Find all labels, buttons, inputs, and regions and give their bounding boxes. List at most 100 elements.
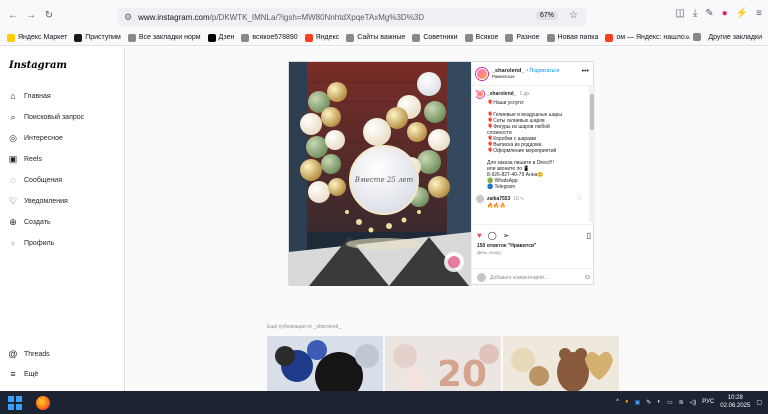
bookmark-item[interactable]: Советники <box>412 33 458 42</box>
sidebar-item-label: Интересное <box>24 134 63 142</box>
bookmark-item[interactable]: Приступим <box>74 33 121 42</box>
avatar[interactable] <box>476 67 488 80</box>
sidebar-item-4[interactable]: ▣ Reels <box>8 154 42 164</box>
post-photo[interactable]: Вместе 25 лет <box>289 62 471 286</box>
tray-battery-icon[interactable]: ▭ <box>667 399 673 406</box>
sidebar: Instagram ⌂ Главная ⌕ Поисковый запрос ◎ Инте… <box>0 47 125 391</box>
like-heart-icon[interactable]: ♥ <box>477 231 482 240</box>
sync-icon[interactable]: ⚡ <box>736 8 748 19</box>
tray-network-app-icon[interactable]: ▣ <box>635 399 641 406</box>
firefox-taskbar-icon[interactable] <box>36 395 50 410</box>
reload-icon[interactable]: ↻ <box>42 8 56 22</box>
caption-time: 1 дн. <box>519 91 531 97</box>
bookmark-item[interactable]: Сайты важные <box>346 33 406 42</box>
bookmark-item[interactable]: Новая папка <box>546 33 598 42</box>
chevron-more-icon[interactable]: » <box>685 34 689 41</box>
sidebar-item-1[interactable]: ⌂ Главная <box>8 91 50 101</box>
commenter-avatar[interactable] <box>476 195 484 203</box>
tray-paint-icon[interactable]: ✎ <box>646 399 651 406</box>
toolbar-icons: ◫ ⤓ ✎ ● ⚡ ≡ <box>675 8 762 19</box>
bookmark-icon <box>7 33 15 42</box>
bookmark-icon <box>74 33 83 42</box>
sidebar-item-3[interactable]: ◎ Интересное <box>8 133 63 143</box>
bookmark-label: Все закладки норм <box>138 34 201 41</box>
extensions-icon[interactable]: ✎ <box>705 8 713 19</box>
post-header: _sharolend_ • Подписаться Раменское ••• <box>472 62 595 86</box>
likes-count[interactable]: 150 отметок "Нравится" <box>472 240 596 249</box>
reels-icon: ▣ <box>8 153 18 164</box>
pocket-icon[interactable]: ◫ <box>675 8 684 19</box>
comment-input[interactable]: Добавьте комментарий... ☺ <box>472 268 596 286</box>
bookmark-label: Сайты важные <box>357 34 406 41</box>
bookmarks-bar: Яндекс Маркет Приступим Все закладки норм Д… <box>0 30 768 46</box>
caption-username[interactable]: _sharolend_ <box>487 91 516 97</box>
threads-icon: @ <box>8 349 18 359</box>
grid-post-3[interactable] <box>503 336 619 391</box>
bookmark-label: Разное <box>516 34 540 41</box>
bookmark-item[interactable]: Все закладки норм <box>127 33 201 42</box>
my-avatar <box>477 273 486 282</box>
share-icon[interactable]: ➢ <box>503 231 510 240</box>
app-menu-icon[interactable]: ≡ <box>756 8 762 19</box>
bookmark-item[interactable]: ом — Яндекс: нашло... <box>605 33 691 42</box>
sidebar-item-8[interactable]: ● Профиль <box>8 238 54 248</box>
notifications-icon[interactable]: ▢ <box>756 399 762 406</box>
bookmark-icon <box>505 33 514 42</box>
tray-sync-icon[interactable]: ◐ <box>657 399 661 405</box>
bookmark-item[interactable]: Дзен <box>207 33 234 42</box>
sidebar-item-label: Сообщения <box>24 176 62 184</box>
instagram-logo[interactable]: Instagram <box>9 60 67 71</box>
back-icon[interactable]: ← <box>6 8 20 22</box>
heart-icon: ♡ <box>8 195 18 206</box>
bookmark-item[interactable]: Яндекс Маркет <box>7 33 68 42</box>
comment-time: 10 ч. <box>513 196 525 202</box>
bookmark-label: ом — Яндекс: нашло... <box>616 34 691 41</box>
bookmark-item[interactable]: Разное <box>505 33 540 42</box>
emoji-icon[interactable]: ☺ <box>584 274 591 281</box>
more-options-icon[interactable]: ••• <box>582 68 589 75</box>
sidebar-item-5[interactable]: ◌ Сообщения <box>8 175 62 185</box>
bookmark-item[interactable]: Всякое <box>464 33 498 42</box>
tray-expand-icon[interactable]: ^ <box>616 399 619 405</box>
clock[interactable]: 10:28 02.06.2025 <box>720 394 750 410</box>
save-bookmark-icon[interactable]: ▯ <box>587 231 591 240</box>
download-icon[interactable]: ⤓ <box>693 8 697 19</box>
grid-post-2[interactable]: 20 <box>385 336 501 391</box>
comment-username[interactable]: zaika7553 <box>487 196 510 202</box>
tray-volume-icon[interactable]: ◁) <box>690 399 697 406</box>
windows-start-icon[interactable] <box>8 395 22 410</box>
caption-avatar[interactable] <box>476 90 484 98</box>
bookmark-icon <box>412 33 421 42</box>
language-indicator[interactable]: РУС <box>702 399 714 405</box>
sidebar-item-7[interactable]: ⊕ Создать <box>8 217 50 227</box>
main-content: Вместе 25 лет _sharolend_ • Подписаться … <box>126 47 768 391</box>
bookmark-item[interactable]: Яндекс <box>304 33 340 42</box>
sidebar-item-2[interactable]: ⌕ Поисковый запрос <box>8 112 84 122</box>
comment-icon[interactable]: ◯ <box>488 231 497 240</box>
scrollbar-thumb[interactable] <box>590 94 594 130</box>
sidebar-bottom-item-2[interactable]: ≡ Ещё <box>8 369 38 379</box>
sidebar-item-6[interactable]: ♡ Уведомления <box>8 196 68 206</box>
bookmark-label: Яндекс Маркет <box>18 34 68 41</box>
site-info-icon[interactable]: ⚙ <box>124 12 132 23</box>
zoom-level[interactable]: 67% <box>535 11 558 20</box>
sidebar-bottom-item-1[interactable]: @ Threads <box>8 349 49 359</box>
post-location[interactable]: Раменское <box>492 74 560 79</box>
clock-date: 02.06.2025 <box>720 403 751 409</box>
svg-text:20: 20 <box>437 354 487 391</box>
adblock-icon[interactable]: ● <box>722 8 728 19</box>
comment-text: 🔥🔥🔥 <box>487 203 506 209</box>
sidebar-item-label: Уведомления <box>24 197 68 205</box>
forward-icon[interactable]: → <box>24 8 38 22</box>
bookmark-label: Яндекс <box>315 34 340 41</box>
bookmark-star-icon[interactable]: ☆ <box>569 10 578 21</box>
post-side-panel: _sharolend_ • Подписаться Раменское ••• … <box>471 62 596 286</box>
grid-post-1[interactable] <box>267 336 383 391</box>
post-actions: ♥ ◯ ➢ ▯ 150 отметок "Нравится" День наза… <box>472 224 596 286</box>
comment-like-icon[interactable]: ♡ <box>577 196 582 202</box>
address-bar[interactable]: ⚙ www.instagram.com/p/DKWTK_IMNLa/?igsh=… <box>118 8 586 26</box>
other-bookmarks[interactable]: » Другие закладки <box>685 33 762 41</box>
bookmark-item[interactable]: всякое578890 <box>241 33 298 42</box>
tray-wifi-icon[interactable]: ≋ <box>679 399 684 406</box>
tray-app-icon[interactable]: ● <box>625 399 629 405</box>
